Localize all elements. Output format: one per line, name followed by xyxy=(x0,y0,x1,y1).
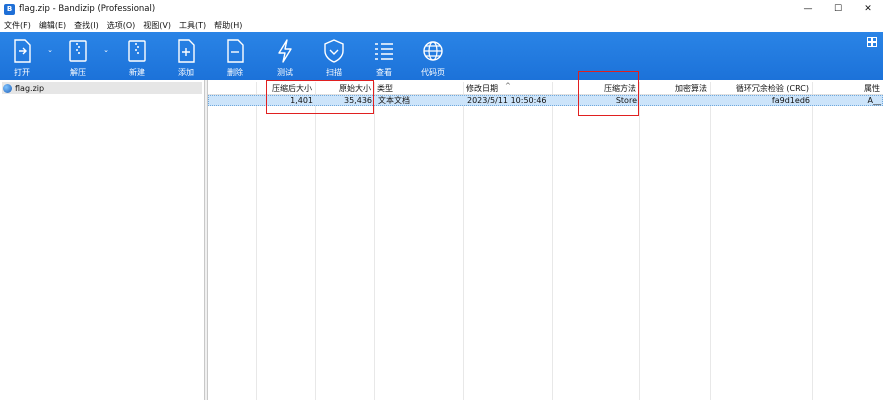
list-view-icon xyxy=(375,43,393,60)
menu-view[interactable]: 视图(V) xyxy=(139,20,175,31)
menu-tools[interactable]: 工具(T) xyxy=(175,20,210,31)
cell-type: 文本文档 xyxy=(378,96,410,105)
cell-crc: fa9d1ed6 xyxy=(771,96,810,105)
scan-label: 扫描 xyxy=(326,68,342,77)
folder-tree-panel: flag.zip xyxy=(0,80,205,400)
minimize-button[interactable]: — xyxy=(793,0,823,18)
toolbar: 打开 ⌄ 解压 ⌄ 新建 添加 删除 测试 扫描 查看 代码页 xyxy=(0,32,883,80)
column-header-encryption[interactable]: 加密算法 xyxy=(639,82,710,95)
delete-button[interactable]: 删除 xyxy=(215,32,255,80)
highlight-box-method xyxy=(578,71,639,116)
add-file-icon xyxy=(178,39,195,63)
column-divider xyxy=(812,82,813,400)
globe-icon xyxy=(423,41,443,61)
menu-bar: 文件(F) 编辑(E) 查找(I) 选项(O) 视图(V) 工具(T) 帮助(H… xyxy=(0,18,883,32)
add-button[interactable]: 添加 xyxy=(166,32,206,80)
highlight-box-sizes xyxy=(266,80,374,114)
delete-file-icon xyxy=(227,39,244,63)
open-button[interactable]: 打开 xyxy=(2,32,42,80)
cell-encryption xyxy=(640,96,711,106)
test-label: 测试 xyxy=(277,68,293,77)
column-divider xyxy=(463,82,464,400)
new-archive-icon xyxy=(128,40,146,62)
codepage-button[interactable]: 代码页 xyxy=(413,32,453,80)
menu-help[interactable]: 帮助(H) xyxy=(210,20,246,31)
new-button[interactable]: 新建 xyxy=(117,32,157,80)
archive-globe-icon xyxy=(3,83,12,93)
column-divider xyxy=(374,82,375,400)
open-dropdown-chevron-icon[interactable]: ⌄ xyxy=(46,46,54,54)
maximize-button[interactable]: ☐ xyxy=(823,0,853,18)
column-header-type[interactable]: 类型 xyxy=(374,82,463,95)
title-bar: B flag.zip - Bandizip (Professional) — ☐… xyxy=(0,0,883,18)
column-divider xyxy=(710,82,711,400)
column-divider xyxy=(639,82,640,400)
menu-find[interactable]: 查找(I) xyxy=(70,20,103,31)
column-divider xyxy=(256,82,257,400)
tree-item-archive[interactable]: flag.zip xyxy=(2,82,202,94)
extract-label: 解压 xyxy=(70,68,86,77)
bandizip-app-icon: B xyxy=(4,3,15,15)
scan-button[interactable]: 扫描 xyxy=(314,32,354,80)
test-button[interactable]: 测试 xyxy=(265,32,305,80)
window-title: flag.zip - Bandizip (Professional) xyxy=(19,4,156,14)
sort-ascending-icon: ^ xyxy=(505,82,511,90)
new-label: 新建 xyxy=(129,68,145,77)
open-label: 打开 xyxy=(14,68,30,77)
menu-edit[interactable]: 编辑(E) xyxy=(35,20,70,31)
extract-icon xyxy=(69,40,87,62)
menu-file[interactable]: 文件(F) xyxy=(0,20,35,31)
extract-dropdown-chevron-icon[interactable]: ⌄ xyxy=(102,46,110,54)
open-icon xyxy=(14,39,31,63)
view-button[interactable]: 查看 xyxy=(364,32,404,80)
view-label: 查看 xyxy=(376,68,392,77)
add-label: 添加 xyxy=(178,68,194,77)
cell-modified: 2023/5/11 10:50:46 xyxy=(467,96,547,105)
close-button[interactable]: ✕ xyxy=(853,0,883,18)
tree-item-label: flag.zip xyxy=(15,83,45,93)
cell-attributes: A__ xyxy=(867,96,881,105)
column-header-attributes[interactable]: 属性 xyxy=(812,82,883,95)
file-list-panel: 压缩后大小 原始大小 类型 修改日期 ^ 压缩方法 加密算法 循环冗余检验 (C… xyxy=(208,80,883,400)
shield-icon xyxy=(324,39,344,63)
extract-button[interactable]: 解压 xyxy=(58,32,98,80)
column-divider xyxy=(552,82,553,400)
column-divider xyxy=(315,82,316,400)
grid-layout-icon[interactable] xyxy=(867,37,877,47)
window-controls: — ☐ ✕ xyxy=(793,0,883,18)
delete-label: 删除 xyxy=(227,68,243,77)
lightning-icon xyxy=(278,39,292,63)
codepage-label: 代码页 xyxy=(421,68,445,77)
column-header-crc[interactable]: 循环冗余检验 (CRC) xyxy=(710,82,812,95)
menu-options[interactable]: 选项(O) xyxy=(103,20,140,31)
